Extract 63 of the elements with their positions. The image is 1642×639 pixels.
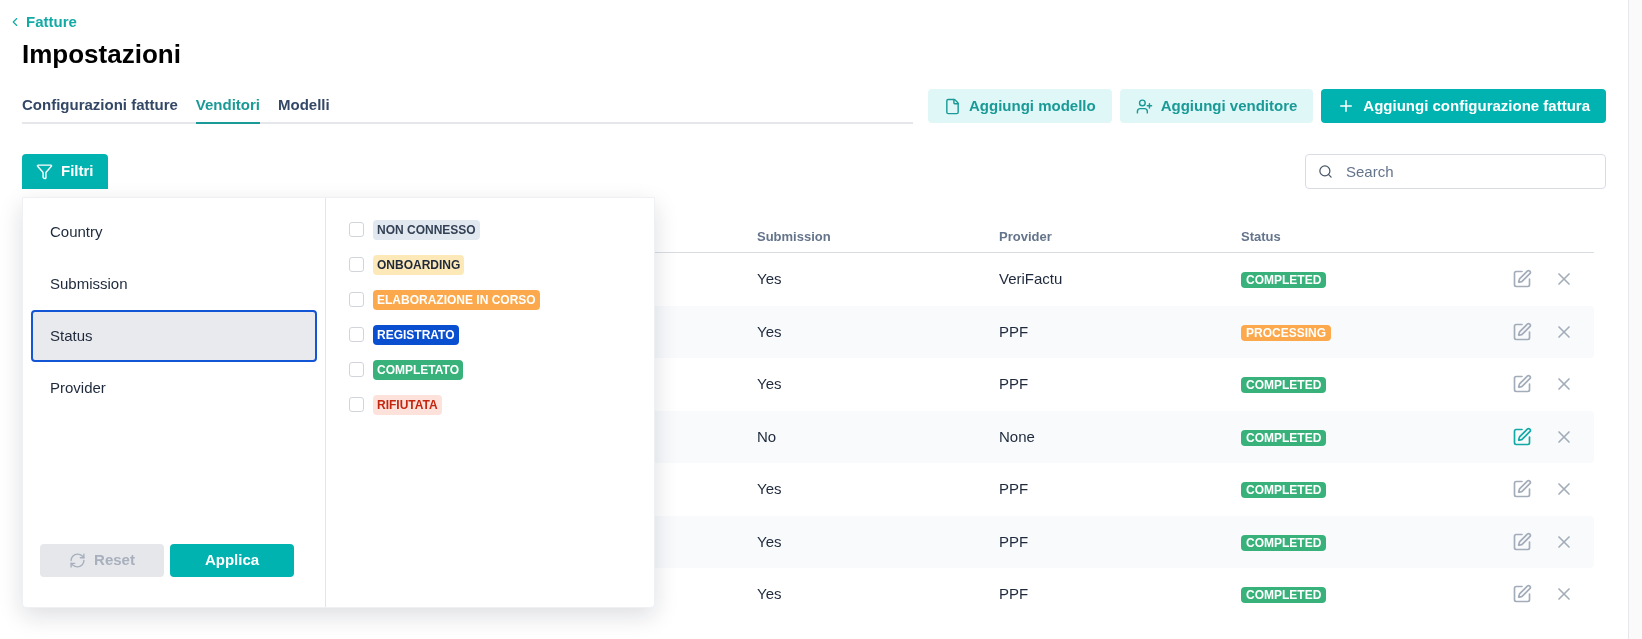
status-badge: COMPLETED: [1241, 272, 1327, 288]
status-badge: REGISTRATO: [373, 324, 459, 345]
status-badge: COMPLETATO: [373, 359, 463, 380]
checkbox[interactable]: [349, 292, 364, 307]
add-template-button[interactable]: Aggiungi modello: [928, 89, 1112, 123]
filter-button[interactable]: Filtri: [22, 154, 108, 189]
edit-icon[interactable]: [1512, 426, 1532, 447]
status-badge: RIFIUTATA: [373, 394, 442, 415]
filter-category[interactable]: Provider: [31, 362, 317, 414]
status-badge: ONBOARDING: [373, 254, 465, 275]
filter-category[interactable]: Status: [31, 310, 317, 362]
checkbox[interactable]: [349, 327, 364, 342]
table-cell: PPF: [999, 375, 1029, 392]
column-header: Provider: [999, 228, 1052, 244]
status-badge: COMPLETED: [1241, 534, 1327, 551]
edit-icon[interactable]: [1512, 479, 1532, 500]
checkbox[interactable]: [349, 222, 364, 237]
add-seller-button[interactable]: Aggiungi venditore: [1119, 89, 1314, 123]
edit-icon[interactable]: [1512, 531, 1532, 552]
edit-icon[interactable]: [1512, 321, 1532, 342]
edit-icon[interactable]: [1512, 374, 1532, 395]
filter-icon: [36, 163, 53, 180]
tab[interactable]: Modelli: [278, 93, 330, 124]
edit-icon[interactable]: [1512, 269, 1532, 290]
apply-button[interactable]: Applica: [170, 544, 294, 577]
table-cell: Yes: [757, 585, 782, 602]
filter-category[interactable]: Country: [31, 206, 317, 258]
search-icon: [1318, 164, 1333, 179]
checkbox[interactable]: [349, 397, 364, 412]
column-header: Submission: [757, 228, 831, 244]
search-field[interactable]: Search: [1305, 154, 1606, 189]
table-cell: PPF: [999, 585, 1029, 602]
checkbox[interactable]: [349, 362, 364, 377]
status-badge: COMPLETED: [1241, 377, 1327, 393]
filter-category[interactable]: Submission: [31, 258, 317, 310]
user-plus-icon: [1135, 97, 1153, 115]
status-badge: ELABORAZIONE IN CORSO: [373, 289, 540, 310]
status-badge: NON CONNESSO: [373, 219, 480, 240]
table-cell: None: [999, 427, 1035, 445]
status-badge: PROCESSING: [1241, 324, 1331, 341]
add-configuration-button[interactable]: Aggiungi configurazione fattura: [1321, 89, 1606, 123]
refresh-icon: [69, 552, 87, 569]
back-link[interactable]: Fatture: [22, 11, 77, 34]
column-header: Status: [1241, 228, 1281, 244]
status-badge: COMPLETED: [1241, 429, 1327, 446]
document-icon: [944, 97, 961, 115]
checkbox[interactable]: [349, 257, 364, 272]
table-cell: Yes: [757, 270, 782, 287]
table-cell: PPF: [999, 532, 1029, 550]
tab[interactable]: Venditori: [195, 93, 260, 124]
table-cell: PPF: [999, 322, 1029, 340]
tab[interactable]: Configurazioni fatture: [22, 93, 178, 124]
table-cell: PPF: [999, 480, 1029, 497]
table-cell: Yes: [757, 322, 782, 340]
edit-icon[interactable]: [1512, 584, 1532, 605]
table-cell: Yes: [757, 532, 782, 550]
page-title: Impostazioni: [22, 37, 181, 70]
table-cell: VeriFactu: [999, 270, 1063, 287]
table-cell: Yes: [757, 480, 782, 497]
table-cell: Yes: [757, 375, 782, 392]
status-badge: COMPLETED: [1241, 587, 1327, 603]
table-cell: No: [757, 427, 777, 445]
status-badge: COMPLETED: [1241, 482, 1327, 498]
